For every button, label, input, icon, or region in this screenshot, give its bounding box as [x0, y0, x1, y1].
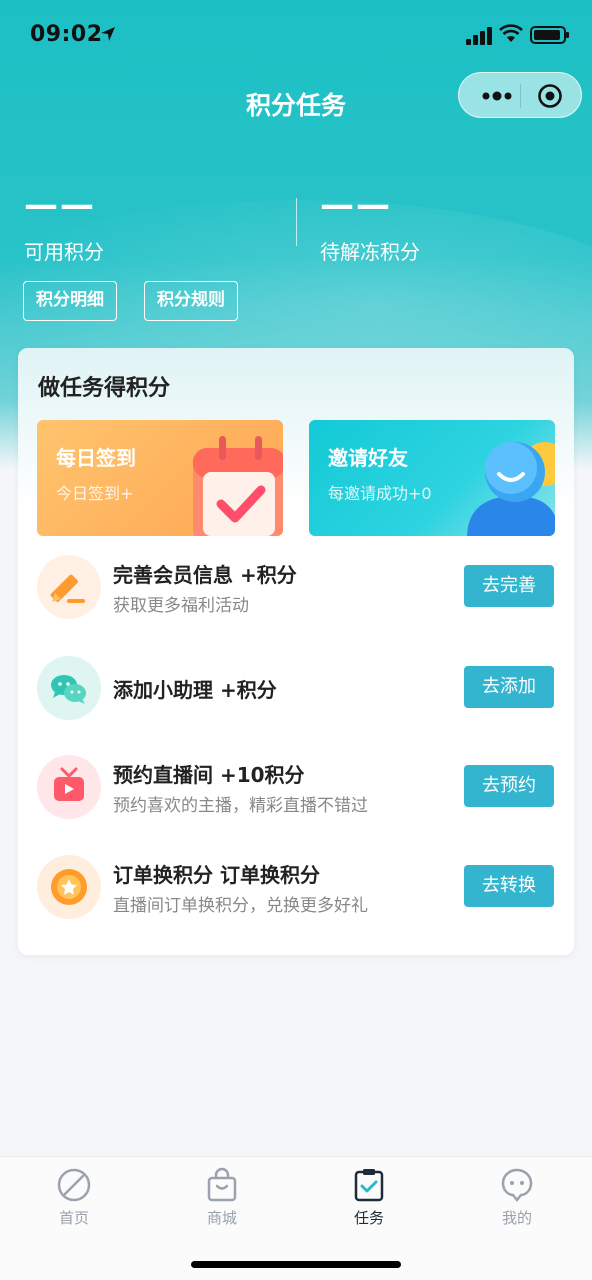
task-description: 直播间订单换积分，兑换更多好礼	[113, 896, 368, 916]
status-time: 09:02	[30, 22, 103, 47]
invite-friends-title: 邀请好友	[328, 446, 408, 470]
status-bar: 09:02	[0, 0, 592, 70]
daily-checkin-subtitle: 今日签到+	[56, 484, 134, 503]
smiley-friends-icon	[467, 442, 555, 536]
pencil-icon	[37, 555, 101, 619]
profile-icon	[501, 1168, 533, 1203]
complete-profile-button[interactable]: 去完善	[464, 565, 554, 607]
clipboard-check-icon	[354, 1169, 384, 1202]
more-dots-icon[interactable]	[477, 87, 517, 105]
close-target-icon[interactable]	[537, 83, 563, 109]
task-row-complete-profile: 完善会员信息 +积分 获取更多福利活动 去完善	[18, 547, 574, 627]
capsule-divider	[520, 84, 521, 108]
frozen-points-label: 待解冻积分	[320, 240, 420, 264]
task-row-order-points: 订单换积分 订单换积分 直播间订单换积分，兑换更多好礼 去转换	[18, 847, 574, 927]
convert-order-points-button[interactable]: 去转换	[464, 865, 554, 907]
home-indicator	[191, 1261, 401, 1268]
available-points-label: 可用积分	[24, 240, 104, 264]
points-divider	[296, 198, 297, 246]
task-title: 预约直播间 +10积分	[113, 763, 305, 787]
points-rules-button[interactable]: 积分规则	[144, 281, 238, 321]
invite-friends-subtitle: 每邀请成功+0	[328, 484, 432, 503]
daily-checkin-card[interactable]: 每日签到 今日签到+	[37, 420, 283, 536]
task-description: 获取更多福利活动	[113, 596, 249, 616]
tab-mine[interactable]: 我的	[472, 1167, 562, 1237]
task-card: 做任务得积分 每日签到 今日签到+ 邀请好友 每邀请成功+0 完善会员信息 +积…	[18, 348, 574, 955]
frozen-points-value: ——	[320, 185, 392, 225]
tab-home[interactable]: 首页	[29, 1167, 119, 1237]
available-points-value: ——	[24, 185, 96, 225]
tab-label: 任务	[353, 1209, 384, 1227]
add-assistant-button[interactable]: 去添加	[464, 666, 554, 708]
tab-label: 商城	[206, 1209, 237, 1227]
cellular-signal-icon	[466, 27, 492, 45]
task-row-book-live: 预约直播间 +10积分 预约喜欢的主播，精彩直播不错过 去预约	[18, 747, 574, 827]
task-row-add-assistant: 添加小助理 +积分 去添加	[18, 648, 574, 728]
tab-label: 首页	[58, 1209, 89, 1227]
shopping-bag-icon	[207, 1167, 237, 1202]
tv-icon	[37, 755, 101, 819]
task-description: 预约喜欢的主播，精彩直播不错过	[113, 796, 368, 816]
frozen-points: —— 待解冻积分	[320, 186, 420, 265]
calendar-check-icon	[193, 436, 283, 536]
wifi-icon	[499, 24, 523, 42]
star-coin-icon	[37, 855, 101, 919]
points-detail-button[interactable]: 积分明细	[23, 281, 117, 321]
daily-checkin-title: 每日签到	[56, 446, 136, 470]
location-arrow-icon	[101, 27, 115, 41]
task-title: 订单换积分 订单换积分	[113, 863, 320, 887]
miniprogram-capsule	[458, 72, 582, 118]
tab-label: 我的	[501, 1209, 532, 1227]
wechat-icon	[37, 656, 101, 720]
task-title: 添加小助理 +积分	[113, 678, 277, 702]
task-title: 完善会员信息 +积分	[113, 563, 297, 587]
invite-friends-card[interactable]: 邀请好友 每邀请成功+0	[309, 420, 555, 536]
compass-icon	[57, 1168, 91, 1202]
battery-icon	[530, 26, 569, 44]
available-points: —— 可用积分	[24, 186, 104, 265]
tab-mall[interactable]: 商城	[177, 1167, 267, 1237]
book-live-button[interactable]: 去预约	[464, 765, 554, 807]
tab-tasks[interactable]: 任务	[324, 1167, 414, 1237]
task-card-title: 做任务得积分	[38, 376, 171, 401]
